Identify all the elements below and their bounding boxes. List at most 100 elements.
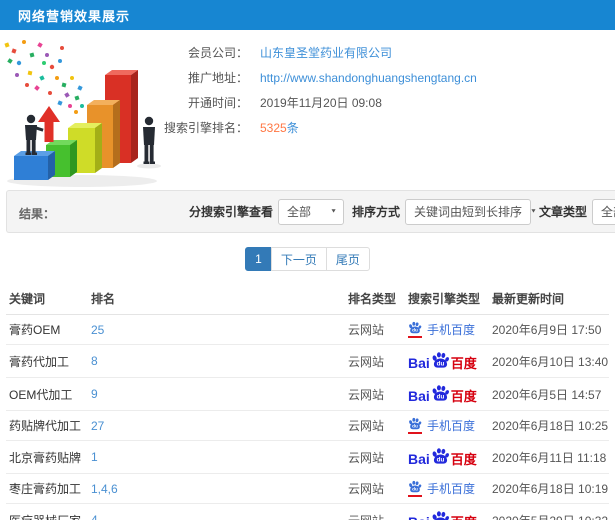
column-rank-type: 排名类型 (345, 283, 405, 315)
rank-type-cell: 云网站 (345, 503, 405, 520)
baidu-logo-cn-text: 百度 (450, 389, 477, 404)
keyword-cell: 枣庄膏药加工 (6, 473, 88, 504)
member-info-section: 会员公司： 山东皇圣堂药业有限公司 推广地址： http://www.shand… (0, 30, 615, 190)
member-company-link[interactable]: 山东皇圣堂药业有限公司 (260, 44, 392, 61)
engine-type-cell: du 手机百度 (405, 410, 489, 441)
open-time-label: 开通时间： (187, 96, 248, 110)
rank-count-label: 搜索引擎排名： (163, 121, 248, 135)
keyword-ranking-table: 关键词 排名 排名类型 搜索引擎类型 最新更新时间 膏药OEM 25 云网站 du … (6, 283, 609, 520)
baidu-logo-cn-text: 百度 (450, 356, 477, 371)
pagination-page-1[interactable]: 1 (245, 247, 272, 271)
rank-link[interactable]: 1,4,6 (91, 482, 118, 496)
baidu-paw-icon: du (409, 321, 422, 334)
svg-text:du: du (412, 487, 418, 492)
rank-type-cell: 云网站 (345, 440, 405, 474)
mobile-baidu-logo: du 手机百度 (408, 321, 475, 338)
table-header-row: 关键词 排名 排名类型 搜索引擎类型 最新更新时间 (6, 283, 609, 315)
article-type-select[interactable]: 全部 ▼ (592, 198, 615, 225)
chevron-down-icon: ▼ (530, 208, 537, 215)
rank-type-cell: 云网站 (345, 473, 405, 504)
member-info: 会员公司： 山东皇圣堂药业有限公司 推广地址： http://www.shand… (152, 40, 477, 140)
baidu-logo-bai-text: Bai (408, 388, 430, 404)
sort-filter-value: 关键词由短到长排序 (414, 205, 523, 219)
baidu-logo-cn-text: 百度 (450, 452, 477, 467)
baidu-logo-cn-text: 百度 (451, 516, 477, 520)
table-row: 膏药OEM 25 云网站 du 手机百度 2020年6月9日 17:50 (6, 314, 609, 345)
table-row: 枣庄膏药加工 1,4,6 云网站 du 手机百度 2020年6月18日 10:19 (6, 473, 609, 504)
rank-count-row: 搜索引擎排名： 5325条 (152, 115, 477, 140)
rank-link[interactable]: 1 (91, 450, 98, 464)
member-company-row: 会员公司： 山东皇圣堂药业有限公司 (152, 40, 477, 65)
baidu-paw-icon: du (409, 417, 422, 430)
baidu-paw-icon: du (409, 480, 422, 493)
page-header: 网络营销效果展示 (0, 0, 615, 30)
updated-cell: 2020年6月9日 17:50 (489, 314, 609, 345)
rank-cell: 8 (88, 344, 345, 378)
promo-url-label: 推广地址： (187, 71, 248, 85)
bar-blue (14, 151, 55, 180)
keyword-cell: 药贴牌代加工 (6, 410, 88, 441)
column-updated: 最新更新时间 (489, 283, 609, 315)
mobile-baidu-label: 手机百度 (427, 482, 476, 496)
promo-url-link[interactable]: http://www.shandonghuangshengtang.cn (260, 71, 477, 85)
rank-type-cell: 云网站 (345, 344, 405, 378)
baidu-logo: Bai du 百度 (408, 510, 477, 520)
table-row: 北京膏药贴牌 1 云网站 Bai du 百度 2020年6月11日 11:18 (6, 440, 609, 474)
rank-count-suffix: 条 (286, 121, 299, 135)
growth-arrow-icon (38, 106, 60, 142)
page-title: 网络营销效果展示 (18, 8, 131, 24)
updated-cell: 2020年5月29日 10:32 (489, 503, 609, 520)
rank-cell: 1,4,6 (88, 473, 345, 504)
sort-filter-select[interactable]: 关键词由短到长排序 ▼ (405, 198, 537, 225)
article-type-value: 全部 (601, 205, 615, 219)
engine-filter-select[interactable]: 全部 ▼ (278, 198, 345, 225)
baidu-logo-bai-text: Bai (408, 515, 430, 520)
engine-type-cell: Bai du 百度 (405, 503, 489, 520)
engine-type-cell: Bai du 百度 (405, 377, 489, 411)
updated-cell: 2020年6月18日 10:25 (489, 410, 609, 441)
baidu-logo: Bai du 百度 (408, 384, 477, 403)
rank-link[interactable]: 27 (91, 419, 104, 433)
svg-text:du: du (436, 360, 444, 367)
baidu-paw-icon: du (432, 385, 449, 401)
table-row: 膏药代加工 8 云网站 Bai du 百度 2020年6月10日 13:40 (6, 344, 609, 378)
pagination-last-button[interactable]: 尾页 (325, 247, 370, 271)
rank-type-cell: 云网站 (345, 410, 405, 441)
table-row: OEM代加工 9 云网站 Bai du 百度 2020年6月5日 14:57 (6, 377, 609, 411)
pagination-next-button[interactable]: 下一页 (270, 247, 327, 271)
rank-link[interactable]: 4 (91, 513, 98, 520)
svg-text:du: du (412, 424, 418, 429)
promo-url-row: 推广地址： http://www.shandonghuangshengtang.… (152, 65, 477, 90)
updated-cell: 2020年6月5日 14:57 (489, 377, 609, 411)
rank-link[interactable]: 9 (91, 387, 98, 401)
keyword-cell: OEM代加工 (6, 377, 88, 411)
result-label: 结果： (19, 207, 56, 221)
open-time-value: 2019年11月20日 09:08 (260, 96, 382, 110)
keyword-cell: 北京膏药贴牌 (6, 440, 88, 474)
rank-link[interactable]: 25 (91, 323, 104, 337)
table-body: 膏药OEM 25 云网站 du 手机百度 2020年6月9日 17:50 膏药代加工 8… (6, 314, 609, 520)
member-company-label: 会员公司： (187, 46, 248, 60)
baidu-paw-icon: du (432, 511, 449, 520)
keyword-cell: 膏药OEM (6, 314, 88, 345)
rank-link[interactable]: 8 (91, 354, 98, 368)
engine-type-cell: Bai du 百度 (405, 440, 489, 474)
rank-cell: 25 (88, 314, 345, 345)
baidu-logo: Bai du 百度 (408, 351, 477, 370)
svg-text:du: du (436, 393, 444, 400)
pagination: 1 下一页 尾页 (0, 247, 615, 271)
confetti-dots-icon (4, 40, 84, 114)
baidu-paw-icon: du (432, 352, 449, 368)
engine-type-cell: Bai du 百度 (405, 344, 489, 378)
filter-bar: 结果： 分搜索引擎查看 全部 ▼ 排序方式 关键词由短到长排序 ▼ 文章类型 全… (6, 190, 615, 233)
baidu-paw-icon: du (432, 448, 449, 464)
rank-type-cell: 云网站 (345, 377, 405, 411)
rank-count-value: 5325 (260, 121, 287, 135)
chevron-down-icon: ▼ (330, 208, 338, 215)
rank-cell: 27 (88, 410, 345, 441)
svg-text:du: du (436, 456, 444, 463)
table-row: 药贴牌代加工 27 云网站 du 手机百度 2020年6月18日 10:25 (6, 410, 609, 441)
engine-filter-label: 分搜索引擎查看 (189, 205, 274, 219)
column-rank: 排名 (88, 283, 345, 315)
column-keyword: 关键词 (6, 283, 88, 315)
